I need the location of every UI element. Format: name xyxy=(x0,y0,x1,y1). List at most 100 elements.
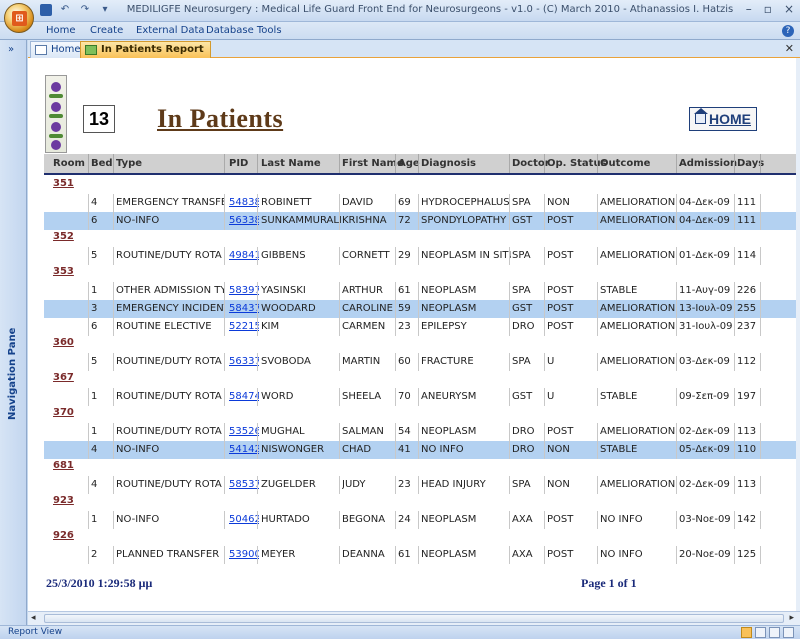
scroll-left-icon[interactable]: ◂ xyxy=(31,613,36,623)
cell-admission: 05-Δεκ-09 xyxy=(679,444,730,455)
navigation-pane[interactable]: » Navigation Pane xyxy=(0,40,27,625)
cell-pid[interactable]: 54142 xyxy=(229,444,259,455)
nav-pane-toggle-icon[interactable]: » xyxy=(8,44,14,55)
cell-divider xyxy=(734,423,735,441)
table-row[interactable]: 5 ROUTINE/DUTY ROTA 56337 SVOBODA MARTIN 60 FR… xyxy=(44,353,796,371)
horizontal-scrollbar[interactable]: ◂ ▸ xyxy=(28,611,800,625)
table-row[interactable]: 1 ROUTINE/DUTY ROTA 53526 MUGHAL SALMAN 54 NEO… xyxy=(44,423,796,441)
doc-tab-in-patients-report[interactable]: In Patients Report xyxy=(80,41,211,58)
layout-view-icon[interactable] xyxy=(769,627,780,638)
cell-pid[interactable]: 54838 xyxy=(229,197,259,208)
cell-divider xyxy=(88,318,89,336)
cell-divider xyxy=(597,476,598,494)
nav-pane-label[interactable]: Navigation Pane xyxy=(7,328,18,420)
scroll-thumb[interactable] xyxy=(44,614,784,623)
cell-divider xyxy=(395,546,396,564)
cell-bed: 5 xyxy=(91,356,98,367)
close-document-icon[interactable]: ✕ xyxy=(785,42,794,55)
cell-age: 23 xyxy=(398,479,411,490)
room-number[interactable]: 370 xyxy=(53,407,74,418)
cell-divider xyxy=(734,476,735,494)
minimize-button[interactable]: – xyxy=(746,2,752,16)
ribbon-tab-create[interactable]: Create xyxy=(90,25,123,36)
cell-pid[interactable]: 58474 xyxy=(229,391,259,402)
header-last-name: Last Name xyxy=(261,158,321,169)
cell-divider xyxy=(339,546,340,564)
customize-toolbar-icon[interactable]: ▾ xyxy=(98,3,112,17)
doc-tab-home[interactable]: Home xyxy=(30,41,88,58)
cell-pid[interactable]: 49841 xyxy=(229,250,259,261)
cell-bed: 6 xyxy=(91,215,98,226)
ribbon-tab-external-data[interactable]: External Data xyxy=(136,25,205,36)
cell-divider xyxy=(395,423,396,441)
design-view-icon[interactable] xyxy=(783,627,794,638)
room-number[interactable]: 353 xyxy=(53,266,74,277)
cell-pid[interactable]: 50462 xyxy=(229,514,259,525)
cell-days: 142 xyxy=(737,514,757,525)
office-button[interactable]: ⊞ xyxy=(4,3,34,33)
room-number[interactable]: 681 xyxy=(53,460,74,471)
cell-pid[interactable]: 58437 xyxy=(229,303,259,314)
cell-divider xyxy=(224,546,225,564)
room-number[interactable]: 351 xyxy=(53,178,74,189)
table-row[interactable]: 6 ROUTINE ELECTIVE 52215 KIM CARMEN 23 EPILEPS… xyxy=(44,318,796,336)
help-icon[interactable]: ? xyxy=(782,25,794,37)
cell-age: 29 xyxy=(398,250,411,261)
table-row[interactable]: 2 PLANNED TRANSFER 53900 MEYER DEANNA 61 NEOPL… xyxy=(44,546,796,564)
cell-pid[interactable]: 56338 xyxy=(229,215,259,226)
table-row[interactable]: 4 ROUTINE/DUTY ROTA 58537 ZUGELDER JUDY 23 HEA… xyxy=(44,476,796,494)
room-number[interactable]: 352 xyxy=(53,231,74,242)
cell-divider xyxy=(395,476,396,494)
cell-pid[interactable]: 58537 xyxy=(229,479,259,490)
cell-divider xyxy=(339,423,340,441)
ribbon-tab-home[interactable]: Home xyxy=(46,25,76,36)
cell-divider xyxy=(734,282,735,300)
cell-pid[interactable]: 53900 xyxy=(229,549,259,560)
cell-pid[interactable]: 56337 xyxy=(229,356,259,367)
table-row[interactable]: 5 ROUTINE/DUTY ROTA 49841 GIBBENS CORNETT 29 N… xyxy=(44,247,796,265)
cell-divider xyxy=(88,300,89,318)
scroll-right-icon[interactable]: ▸ xyxy=(789,613,794,623)
cell-divider xyxy=(257,546,258,564)
table-row[interactable]: 1 ROUTINE/DUTY ROTA 58474 WORD SHEELA 70 ANEUR… xyxy=(44,388,796,406)
cell-divider xyxy=(257,476,258,494)
close-button[interactable]: × xyxy=(784,2,794,16)
column-divider xyxy=(676,154,677,173)
cell-divider xyxy=(88,441,89,459)
cell-pid[interactable]: 53526 xyxy=(229,426,259,437)
cell-days: 125 xyxy=(737,549,757,560)
report-view: 13 In Patients HOME Room Bed Type PID Last N… xyxy=(28,58,796,611)
vertical-scrollbar[interactable] xyxy=(796,58,800,611)
ribbon-tab-database-tools[interactable]: Database Tools xyxy=(206,25,282,36)
undo-icon[interactable]: ↶ xyxy=(58,3,72,17)
home-button[interactable]: HOME xyxy=(689,107,757,131)
room-number[interactable]: 360 xyxy=(53,337,74,348)
table-row[interactable]: 1 NO-INFO 50462 HURTADO BEGOÑA 24 NEOPLASM AXA P… xyxy=(44,511,796,529)
room-number[interactable]: 926 xyxy=(53,530,74,541)
cell-pid[interactable]: 52215 xyxy=(229,321,259,332)
table-row[interactable]: 1 OTHER ADMISSION TYPE 58397YASINSKI ARTHUR… xyxy=(44,282,796,300)
redo-icon[interactable]: ↷ xyxy=(78,3,92,17)
table-row[interactable]: 3 EMERGENCY INCIDENT 58437 WOODARD CAROLINE 5… xyxy=(44,300,796,318)
column-divider xyxy=(395,154,396,173)
table-row[interactable]: 4 EMERGENCY TRANSFER 54838 ROBINETT DAVID 69 H… xyxy=(44,194,796,212)
cell-pid[interactable]: 58397 xyxy=(229,285,259,296)
cell-divider xyxy=(509,546,510,564)
report-view-icon[interactable] xyxy=(741,627,752,638)
restore-button[interactable]: ▫ xyxy=(764,2,772,16)
cell-days: 113 xyxy=(737,479,757,490)
cell-divider xyxy=(224,318,225,336)
save-icon[interactable] xyxy=(40,4,52,16)
cell-admission: 03-Δεκ-09 xyxy=(679,356,730,367)
table-row[interactable]: 6 NO-INFO 56338 SUNKAMMURALI KRISHNA 72 SPONDY… xyxy=(44,212,796,230)
cell-divider xyxy=(113,511,114,529)
room-number[interactable]: 923 xyxy=(53,495,74,506)
table-row[interactable]: 4 NO-INFO 54142 NISWONGER CHAD 41 NO INFO DRO NO… xyxy=(44,441,796,459)
room-number[interactable]: 367 xyxy=(53,372,74,383)
cell-divider xyxy=(113,300,114,318)
print-preview-icon[interactable] xyxy=(755,627,766,638)
cell-divider xyxy=(224,423,225,441)
cell-divider xyxy=(509,212,510,230)
cell-last: MEYER xyxy=(261,549,296,560)
cell-divider xyxy=(509,353,510,371)
